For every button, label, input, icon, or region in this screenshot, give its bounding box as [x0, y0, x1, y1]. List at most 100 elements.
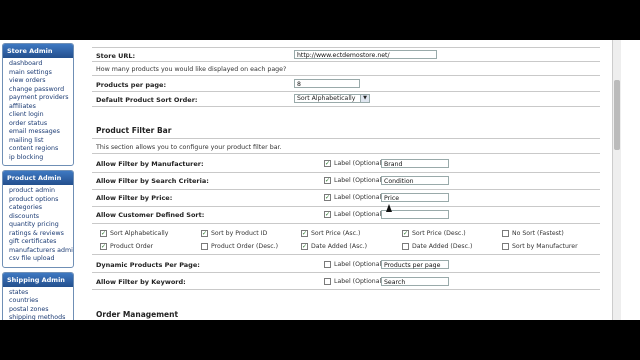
mouse-cursor-icon — [386, 204, 392, 212]
divider — [92, 138, 600, 139]
sort-order-label: Default Product Sort Order: — [96, 96, 198, 104]
filter-checkbox[interactable]: ✓ — [324, 194, 331, 201]
sort-order-select[interactable]: Sort Alphabetically ▼ — [294, 94, 370, 103]
sort-order-value: Sort Alphabetically — [297, 95, 356, 102]
keyword-filter-checkbox[interactable] — [324, 278, 331, 285]
sidebar-item-client-login[interactable]: client login — [9, 111, 70, 120]
sort-option-label: Sort by Product ID — [211, 230, 268, 237]
store-admin-panel: Store Admin dashboard main settings view o… — [2, 43, 74, 166]
sidebar-item-shipping-methods[interactable]: shipping methods — [9, 314, 70, 320]
store-url-input[interactable]: http://www.ectdemostore.net/ — [294, 50, 437, 59]
shipping-admin-menu: states countries postal zones shipping meth… — [3, 287, 73, 321]
sidebar-item-gift-certificates[interactable]: gift certificates — [9, 238, 70, 247]
divider — [92, 61, 600, 62]
dynamic-products-checkbox[interactable] — [324, 261, 331, 268]
divider — [92, 189, 600, 190]
sidebar-item-discounts[interactable]: discounts — [9, 213, 70, 222]
sort-option-label: Product Order — [110, 243, 154, 250]
divider — [92, 106, 600, 107]
sort-option-checkbox[interactable]: ✓ — [100, 230, 107, 237]
sort-option-checkbox[interactable]: ✓ — [402, 230, 409, 237]
sidebar-item-ip-blocking[interactable]: ip blocking — [9, 154, 70, 163]
sidebar-item-change-password[interactable]: change password — [9, 86, 70, 95]
sidebar-item-dashboard[interactable]: dashboard — [9, 60, 70, 69]
sort-option-checkbox[interactable]: ✓ — [100, 243, 107, 250]
label-optional: Label (Optional) — [334, 261, 384, 268]
products-per-page-input[interactable]: 8 — [294, 79, 360, 88]
sort-option-label: Product Order (Desc.) — [211, 243, 279, 250]
sidebar-item-affiliates[interactable]: affiliates — [9, 103, 70, 112]
label-optional: Label (Optional) — [334, 177, 384, 184]
filter-checkbox[interactable]: ✓ — [324, 177, 331, 184]
sort-option-checkbox[interactable] — [201, 243, 208, 250]
label-optional: Label (Optional) — [334, 211, 384, 218]
sort-option-checkbox[interactable]: ✓ — [201, 230, 208, 237]
chevron-down-icon: ▼ — [360, 95, 369, 102]
filter-checkbox[interactable]: ✓ — [324, 160, 331, 167]
sidebar-item-main-settings[interactable]: main settings — [9, 69, 70, 78]
products-per-page-label: Products per page: — [96, 81, 167, 89]
products-question: How many products you would like display… — [96, 66, 287, 73]
sidebar-item-categories[interactable]: categories — [9, 204, 70, 213]
filter-checkbox[interactable]: ✓ — [324, 211, 331, 218]
sort-option-label: Sort Price (Asc.) — [311, 230, 361, 237]
filter-bar-title: Product Filter Bar — [96, 126, 172, 135]
sort-option-checkbox[interactable] — [502, 243, 509, 250]
sidebar-item-quantity-pricing[interactable]: quantity pricing — [9, 221, 70, 230]
sort-option-checkbox[interactable] — [402, 243, 409, 250]
sidebar-item-product-options[interactable]: product options — [9, 196, 70, 205]
filter-label: Allow Filter by Price: — [96, 194, 173, 202]
store-url-label: Store URL: — [96, 52, 136, 60]
sidebar-item-manufacturers-admin[interactable]: manufacturers admin — [9, 247, 73, 256]
divider — [92, 254, 600, 255]
filter-label-input[interactable]: Condition — [381, 176, 449, 185]
sort-option-label: Date Added (Desc.) — [412, 243, 473, 250]
label-optional: Label (Optional) — [334, 194, 384, 201]
divider — [92, 172, 600, 173]
keyword-filter-input[interactable]: Search — [381, 277, 449, 286]
store-admin-heading: Store Admin — [3, 44, 73, 58]
sort-option-checkbox[interactable]: ✓ — [301, 243, 308, 250]
sidebar-item-csv-file-upload[interactable]: csv file upload — [9, 255, 70, 264]
divider — [92, 223, 600, 224]
sidebar-item-content-regions[interactable]: content regions — [9, 145, 70, 154]
sidebar-item-product-admin[interactable]: product admin — [9, 187, 70, 196]
store-admin-menu: dashboard main settings view orders change … — [3, 58, 73, 165]
sidebar-item-states[interactable]: states — [9, 289, 70, 298]
filter-bar-description: This section allows you to configure you… — [96, 144, 282, 151]
sidebar-item-email-messages[interactable]: email messages — [9, 128, 70, 137]
shipping-admin-panel: Shipping Admin states countries postal zon… — [2, 271, 74, 321]
sort-option-label: Sort Alphabetically — [110, 230, 169, 237]
divider — [92, 272, 600, 273]
divider — [92, 289, 600, 290]
sort-option-checkbox[interactable] — [502, 230, 509, 237]
sidebar-item-mailing-list[interactable]: mailing list — [9, 137, 70, 146]
sort-option-label: No Sort (Fastest) — [512, 230, 564, 237]
filter-label-input[interactable]: Price — [381, 193, 449, 202]
order-management-title: Order Management — [96, 310, 179, 319]
product-admin-menu: product admin product options categories di… — [3, 185, 73, 267]
divider — [92, 153, 600, 154]
divider — [92, 206, 600, 207]
page-scrollbar[interactable] — [612, 40, 621, 320]
sidebar-item-countries[interactable]: countries — [9, 297, 70, 306]
sort-option-checkbox[interactable]: ✓ — [301, 230, 308, 237]
sidebar-item-view-orders[interactable]: view orders — [9, 77, 70, 86]
sidebar-item-order-status[interactable]: order status — [9, 120, 70, 129]
divider — [92, 47, 600, 48]
divider — [92, 75, 600, 76]
admin-sidebar: Store Admin dashboard main settings view o… — [0, 40, 76, 320]
shipping-admin-heading: Shipping Admin — [3, 272, 73, 287]
filter-label: Allow Filter by Manufacturer: — [96, 160, 204, 168]
product-admin-panel: Product Admin product admin product optio… — [2, 170, 74, 268]
dynamic-products-label: Dynamic Products Per Page: — [96, 261, 200, 269]
label-optional: Label (Optional) — [334, 160, 384, 167]
label-optional: Label (Optional) — [334, 278, 384, 285]
admin-screen: Store Admin dashboard main settings view o… — [0, 40, 640, 320]
sidebar-item-postal-zones[interactable]: postal zones — [9, 306, 70, 315]
filter-label-input[interactable]: Brand — [381, 159, 449, 168]
scrollbar-thumb[interactable] — [614, 80, 620, 150]
sidebar-item-ratings-reviews[interactable]: ratings & reviews — [9, 230, 70, 239]
sidebar-item-payment-providers[interactable]: payment providers — [9, 94, 70, 103]
dynamic-products-input[interactable]: Products per page — [381, 260, 449, 269]
